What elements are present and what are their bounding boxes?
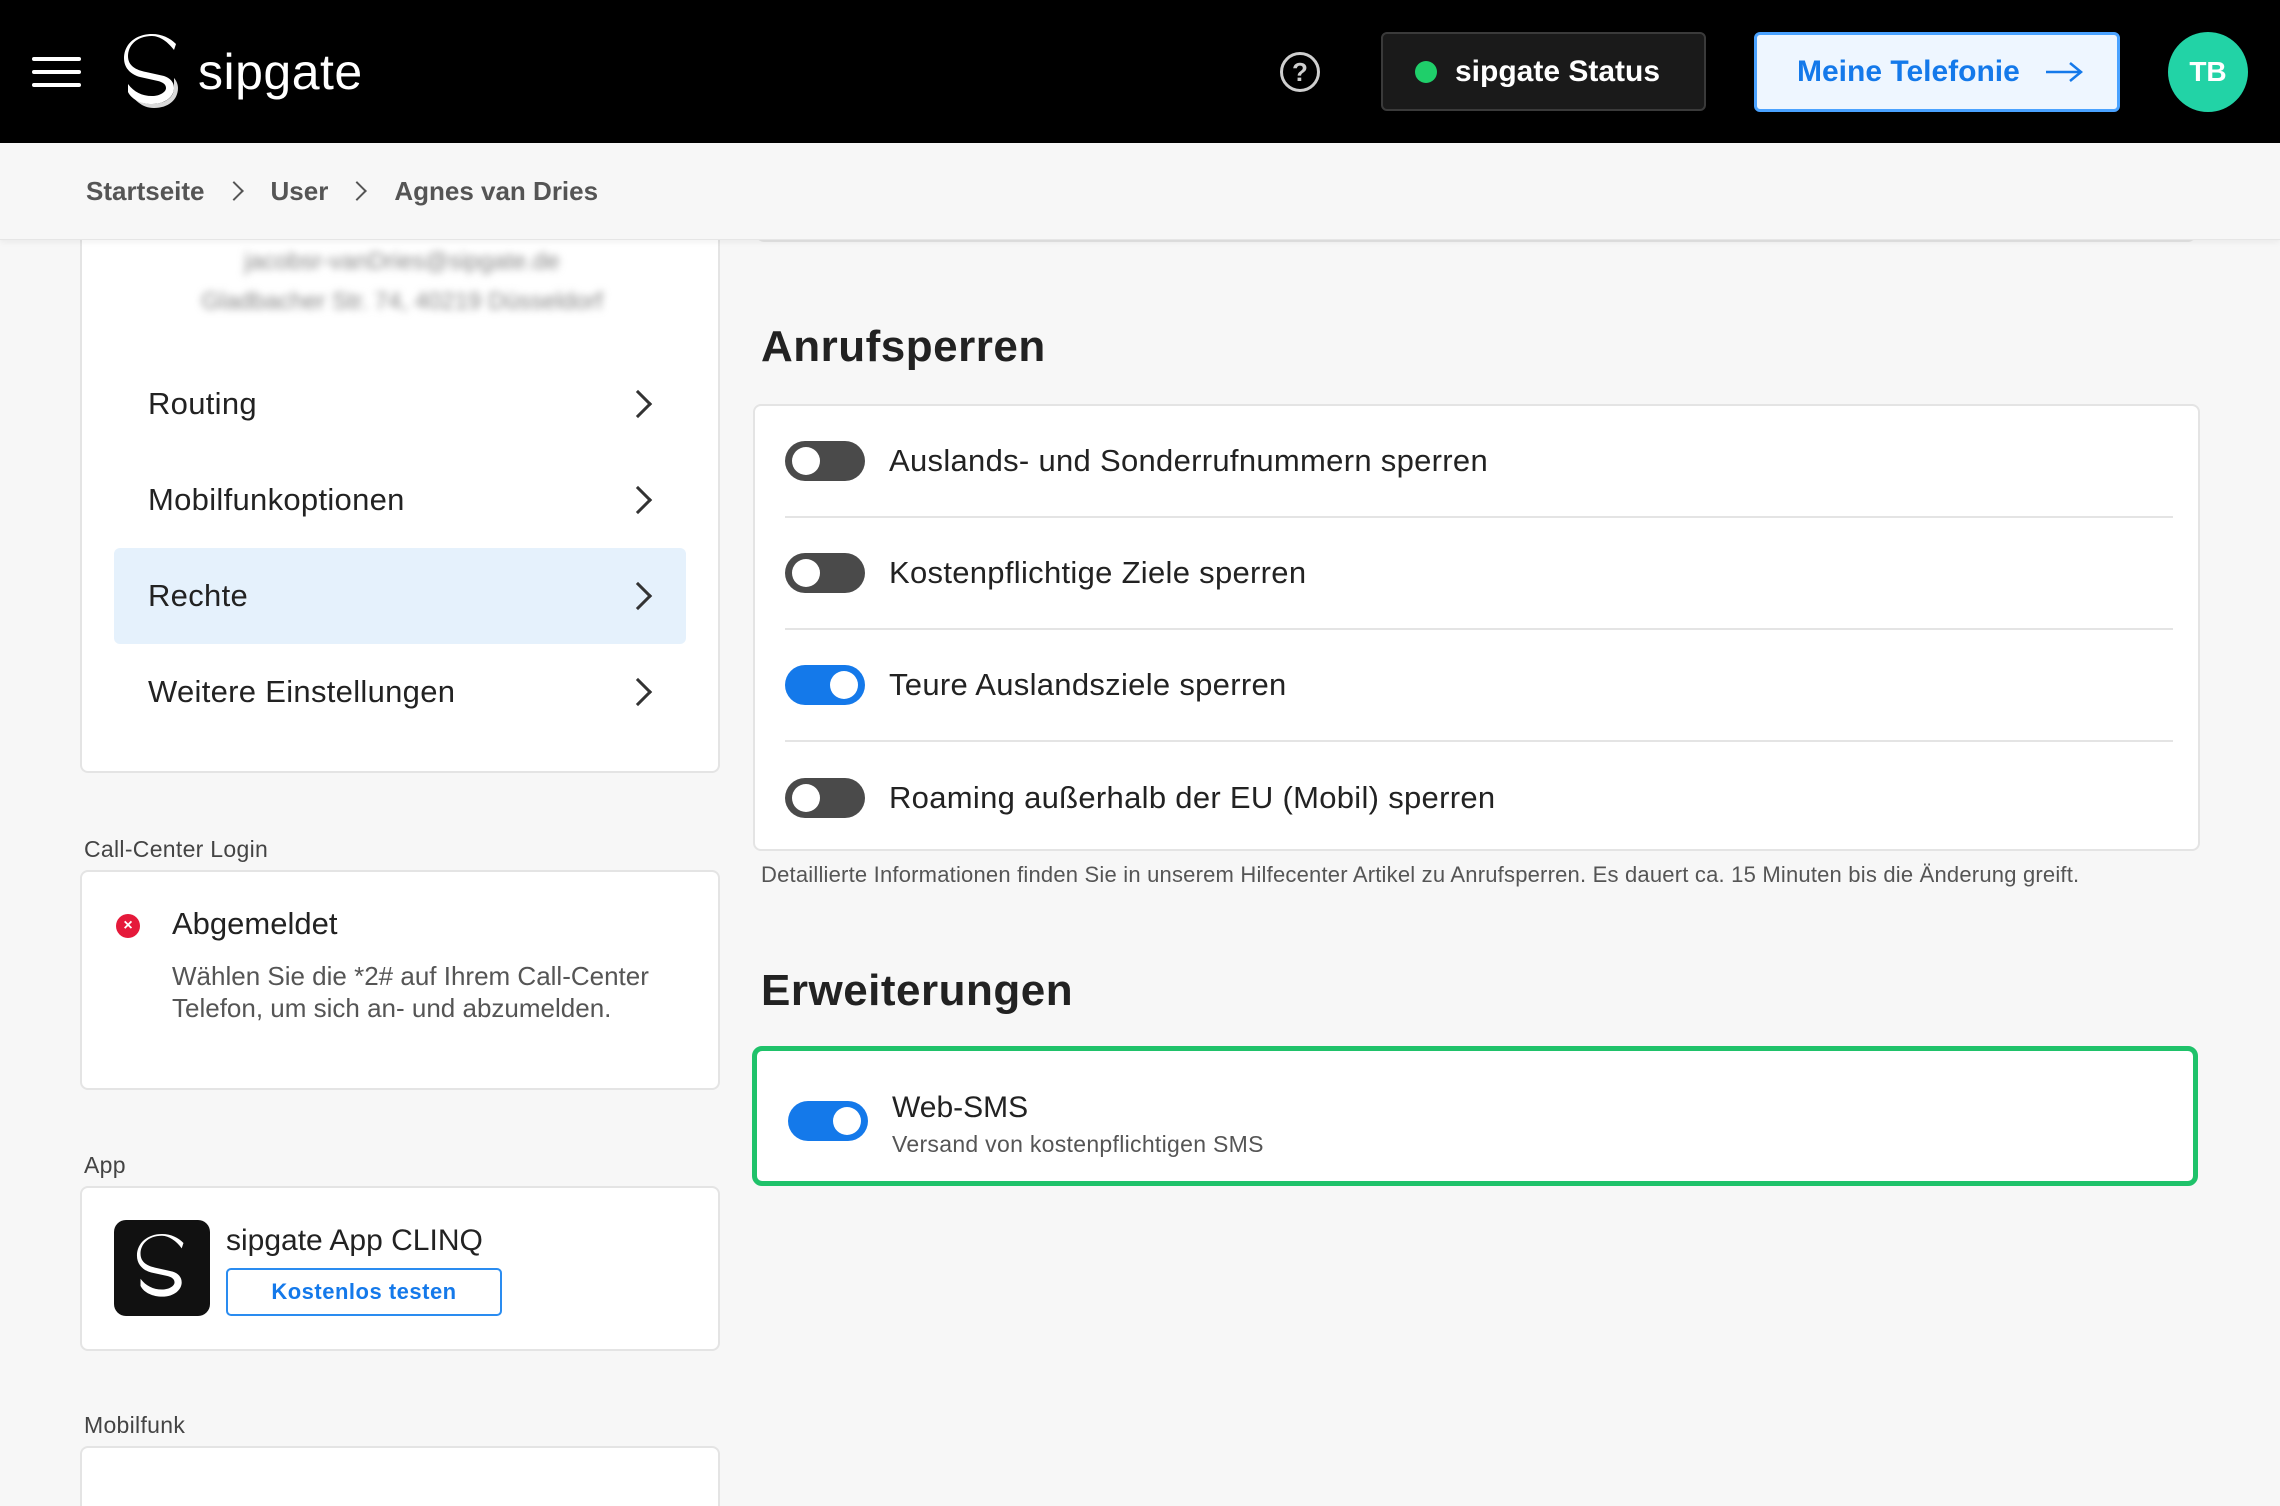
chevron-right-icon (623, 581, 653, 611)
sidebar-item-routing[interactable]: Routing (114, 356, 686, 452)
chevron-right-icon (623, 485, 653, 515)
toggle-label: Auslands- und Sonderrufnummern sperren (889, 443, 1488, 478)
toggle-row-auslands-sonderrufnummern[interactable]: Auslands- und Sonderrufnummern sperren (785, 406, 2173, 518)
sipgate-logo-icon (124, 34, 178, 108)
anrufsperren-card: Auslands- und Sonderrufnummern sperren K… (753, 404, 2200, 851)
callcenter-card: × Abgemeldet Wählen Sie die *2# auf Ihre… (80, 870, 720, 1090)
meine-telefonie-button[interactable]: Meine Telefonie (1754, 32, 2120, 112)
erweiterungen-heading: Erweiterungen (761, 966, 1074, 1015)
toggle-label: Kostenpflichtige Ziele sperren (889, 555, 1307, 590)
callcenter-status: Abgemeldet (172, 906, 338, 941)
menu-icon[interactable] (32, 57, 81, 87)
breadcrumb-user[interactable]: User (271, 176, 329, 207)
sidebar-item-rechte[interactable]: Rechte (114, 548, 686, 644)
status-button[interactable]: sipgate Status (1381, 32, 1706, 111)
breadcrumb: Startseite User Agnes van Dries (0, 143, 2280, 240)
websms-card: Web-SMS Versand von kostenpflichtigen SM… (752, 1046, 2198, 1186)
sidebar-item-weitere-einstellungen[interactable]: Weitere Einstellungen (114, 644, 686, 740)
toggle-switch[interactable] (785, 665, 865, 705)
sidebar-item-label: Routing (148, 386, 257, 421)
websms-subtitle: Versand von kostenpflichtigen SMS (892, 1131, 1264, 1157)
toggle-switch[interactable] (785, 441, 865, 481)
toggle-label: Teure Auslandsziele sperren (889, 667, 1287, 702)
status-indicator-icon (1415, 60, 1437, 83)
user-avatar[interactable]: TB (2168, 32, 2248, 112)
chevron-right-icon (623, 389, 653, 419)
sidebar-item-label: Mobilfunkoptionen (148, 482, 405, 517)
top-bar: sipgate ? sipgate Status Meine Telefonie… (0, 0, 2280, 143)
brand-name: sipgate (198, 44, 363, 100)
sidebar-item-label: Weitere Einstellungen (148, 674, 456, 709)
mobilfunk-card (80, 1446, 720, 1506)
sipgate-logo[interactable]: sipgate (124, 34, 363, 110)
mobilfunk-section-label: Mobilfunk (84, 1412, 186, 1438)
toggle-label: Roaming außerhalb der EU (Mobil) sperren (889, 780, 1496, 815)
chevron-right-icon (223, 181, 244, 201)
toggle-row-roaming[interactable]: Roaming außerhalb der EU (Mobil) sperren (785, 742, 2173, 854)
chevron-right-icon (623, 677, 653, 707)
callcenter-description: Wählen Sie die *2# auf Ihrem Call-Center… (172, 961, 649, 1023)
breadcrumb-startseite[interactable]: Startseite (86, 176, 205, 207)
toggle-row-teure-auslandsziele[interactable]: Teure Auslandsziele sperren (785, 630, 2173, 742)
app-section-label: App (84, 1152, 126, 1178)
error-icon: × (116, 914, 140, 938)
help-icon[interactable]: ? (1280, 52, 1320, 92)
toggle-row-kostenpflichtige-ziele[interactable]: Kostenpflichtige Ziele sperren (785, 518, 2173, 630)
kostenlos-testen-button[interactable]: Kostenlos testen (226, 1268, 502, 1316)
user-nav-card: jacobsr-vanDries@sipgate.de Gladbacher S… (80, 200, 720, 773)
anrufsperren-info: Detaillierte Informationen finden Sie in… (761, 862, 2080, 887)
telefonie-button-label: Meine Telefonie (1797, 55, 2020, 88)
user-address: Gladbacher Str. 74, 40219 Düsseldorf (201, 288, 603, 315)
clinq-app-icon (114, 1220, 210, 1316)
breadcrumb-current: Agnes van Dries (394, 175, 599, 206)
websms-toggle[interactable] (788, 1101, 868, 1141)
chevron-right-icon (347, 181, 368, 201)
user-email: jacobsr-vanDries@sipgate.de (244, 248, 560, 275)
app-card: sipgate App CLINQ Kostenlos testen (80, 1186, 720, 1351)
sidebar-item-mobilfunkoptionen[interactable]: Mobilfunkoptionen (114, 452, 686, 548)
anrufsperren-heading: Anrufsperren (761, 322, 1046, 371)
toggle-switch[interactable] (785, 553, 865, 593)
websms-title: Web-SMS (892, 1091, 1029, 1124)
callcenter-section-label: Call-Center Login (84, 836, 269, 862)
sidebar-item-label: Rechte (148, 578, 249, 613)
app-title: sipgate App CLINQ (226, 1224, 483, 1257)
toggle-switch[interactable] (785, 778, 865, 818)
status-button-label: sipgate Status (1455, 54, 1661, 88)
arrow-right-icon (2045, 62, 2083, 82)
